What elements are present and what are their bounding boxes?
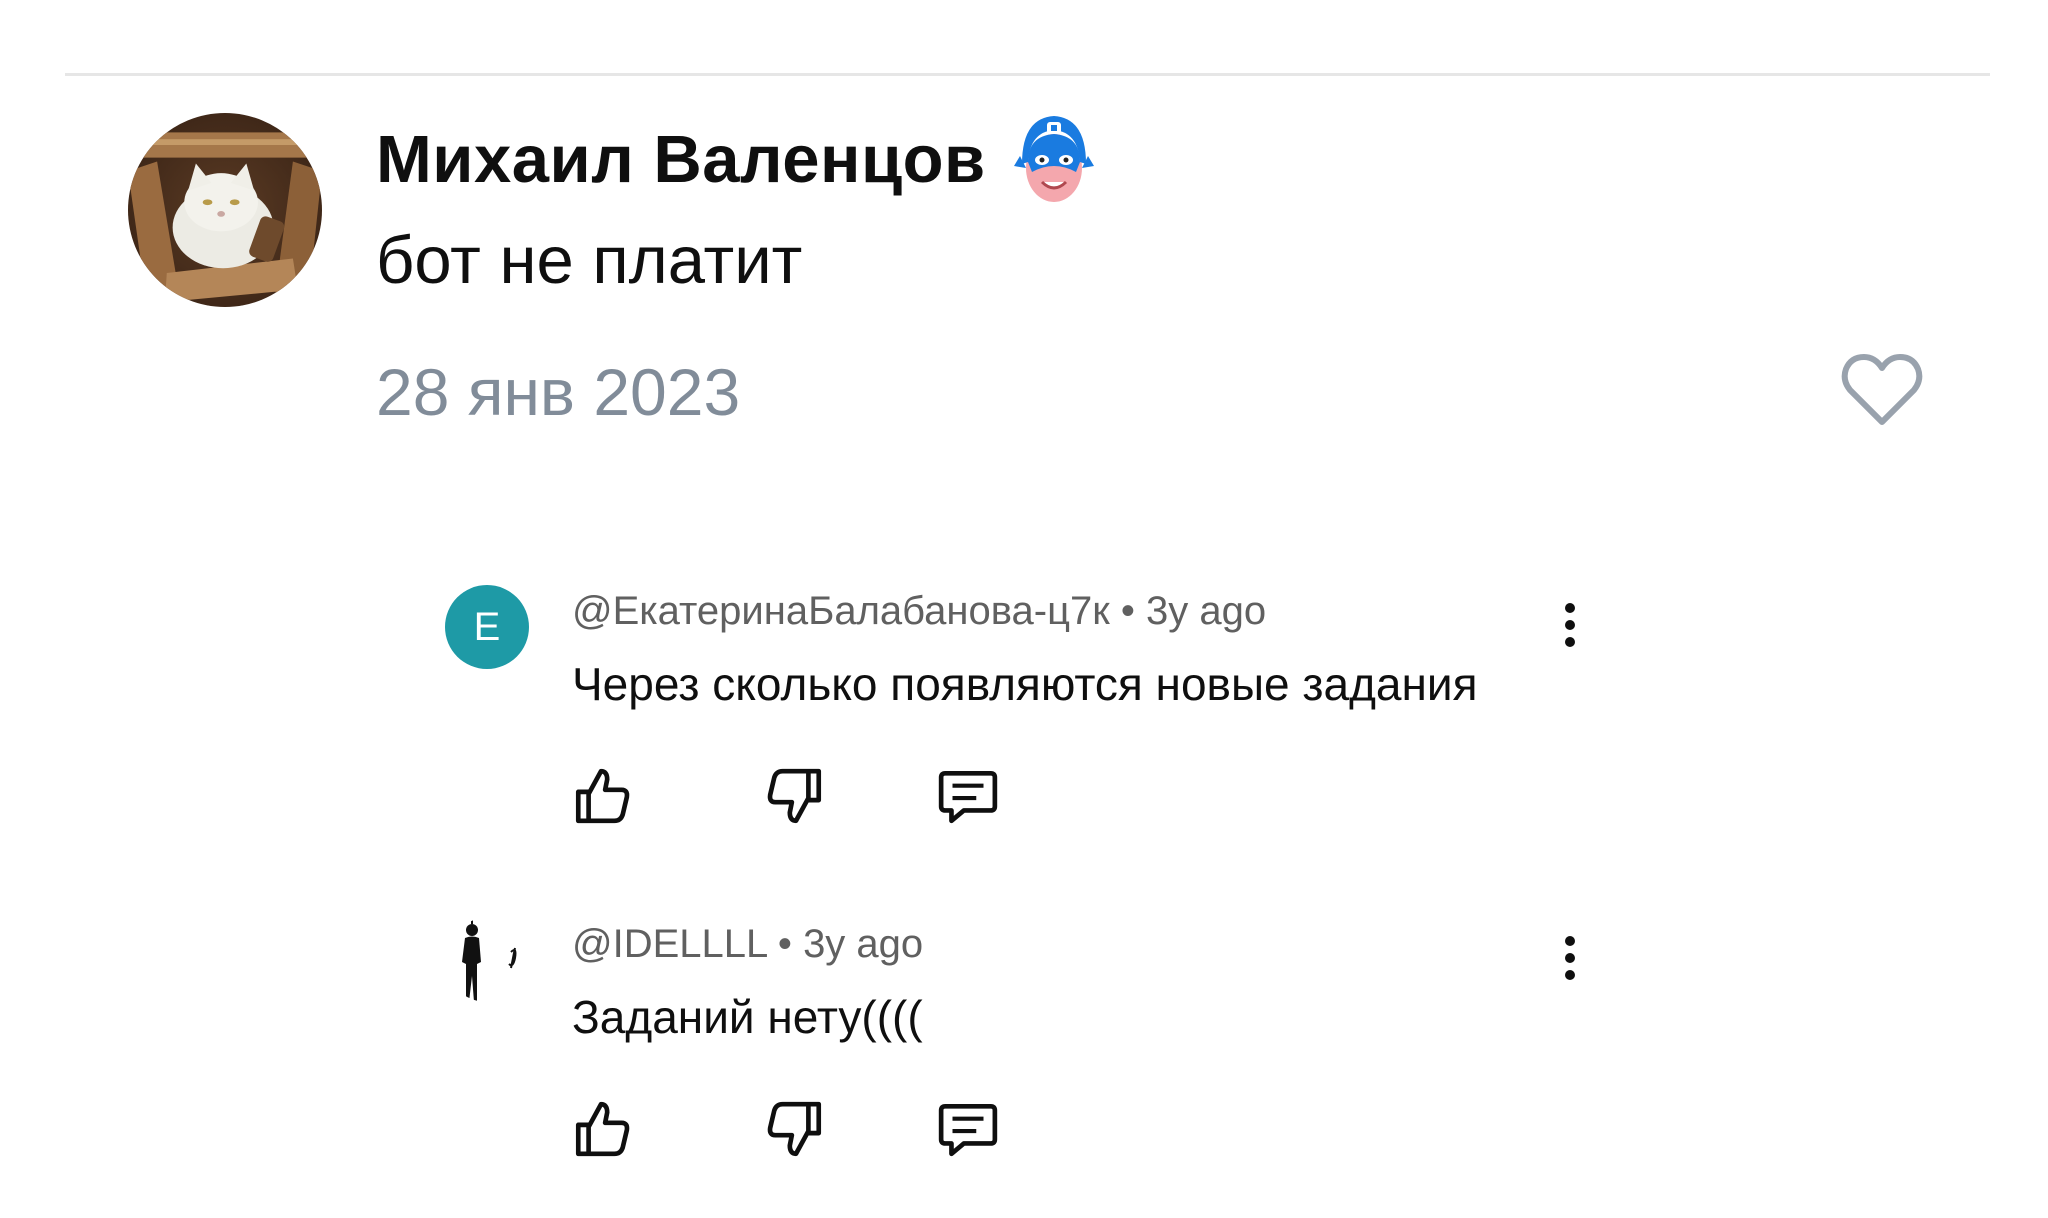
post-author-name[interactable]: Михаил Валенцов (376, 121, 986, 198)
hero-mask-emoji-icon (1013, 116, 1094, 202)
reply-text: Заданий нету(((( (572, 991, 923, 1043)
like-button[interactable] (570, 765, 632, 827)
reply-author-avatar[interactable] (445, 918, 529, 1002)
like-heart-button[interactable] (1840, 352, 1924, 428)
top-divider (65, 73, 1990, 76)
reply-author-avatar[interactable]: E (445, 585, 529, 669)
reply-comment: @IDELLLL • 3y ago Заданий нету(((( (440, 918, 1600, 1218)
more-vert-icon (1565, 603, 1575, 647)
cat-photo-image (128, 113, 322, 307)
reply-text: Через сколько появляются новые задания (572, 658, 1478, 710)
thumbs-up-icon (575, 768, 630, 824)
dislike-button[interactable] (765, 1098, 827, 1160)
more-options-button[interactable] (1550, 934, 1590, 982)
like-button[interactable] (570, 1098, 632, 1160)
post-date[interactable]: 28 янв 2023 (376, 354, 740, 430)
post-header: Михаил Валенцов (376, 104, 1094, 214)
heart-outline-icon (1841, 354, 1923, 425)
thumbs-down-icon (767, 1101, 822, 1157)
reply-comment: E @ЕкатеринаБалабанова-ц7к • 3y ago Чере… (440, 585, 1600, 885)
reply-author-handle[interactable]: @ЕкатеринаБалабанова-ц7к (572, 589, 1110, 633)
silhouette-avatar-icon (462, 918, 517, 1002)
reply-meta: @ЕкатеринаБалабанова-ц7к • 3y ago (572, 589, 1266, 634)
post-author-avatar[interactable] (128, 113, 322, 307)
meta-separator: • (777, 922, 792, 966)
reply-age: 3y ago (803, 922, 924, 966)
more-options-button[interactable] (1550, 601, 1590, 649)
comment-icon (938, 770, 998, 824)
post-text: бот не платит (376, 223, 803, 298)
thumbs-down-icon (767, 768, 822, 824)
reply-meta: @IDELLLL • 3y ago (572, 922, 923, 967)
reply-button[interactable] (937, 1098, 999, 1160)
thumbs-up-icon (575, 1101, 630, 1157)
meta-separator: • (1120, 589, 1135, 633)
reply-author-handle[interactable]: @IDELLLL (572, 922, 767, 966)
reply-button[interactable] (937, 765, 999, 827)
reply-age: 3y ago (1146, 589, 1267, 633)
more-vert-icon (1565, 936, 1575, 980)
comment-icon (938, 1103, 998, 1157)
dislike-button[interactable] (765, 765, 827, 827)
